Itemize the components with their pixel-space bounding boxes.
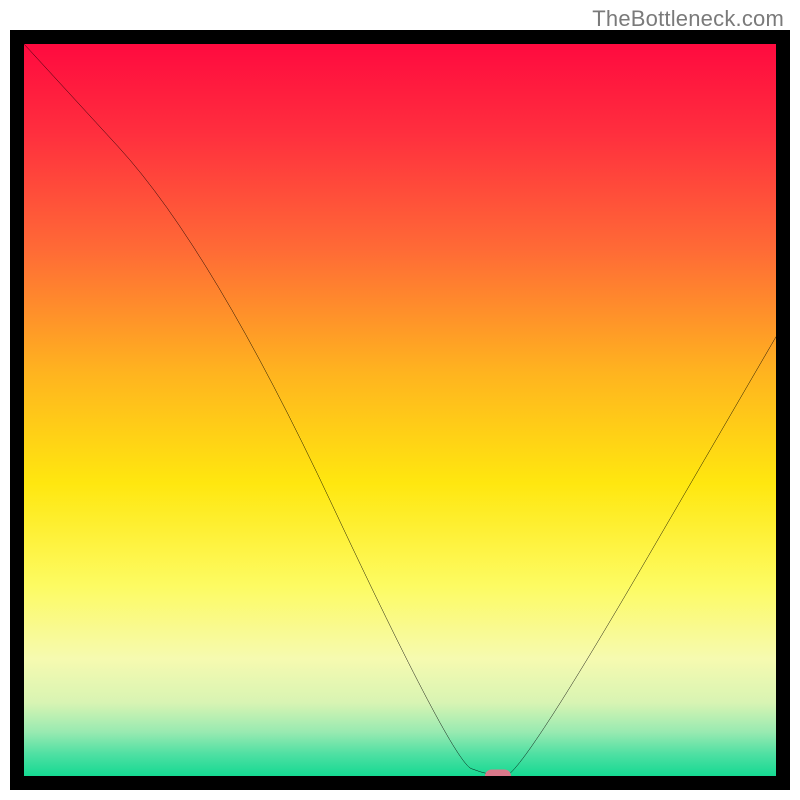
plot-area [24, 44, 776, 776]
chart-container: TheBottleneck.com [0, 0, 800, 800]
curve-line [24, 44, 776, 776]
min-marker [485, 770, 511, 777]
plot-frame [10, 30, 790, 790]
watermark-text: TheBottleneck.com [592, 6, 784, 32]
